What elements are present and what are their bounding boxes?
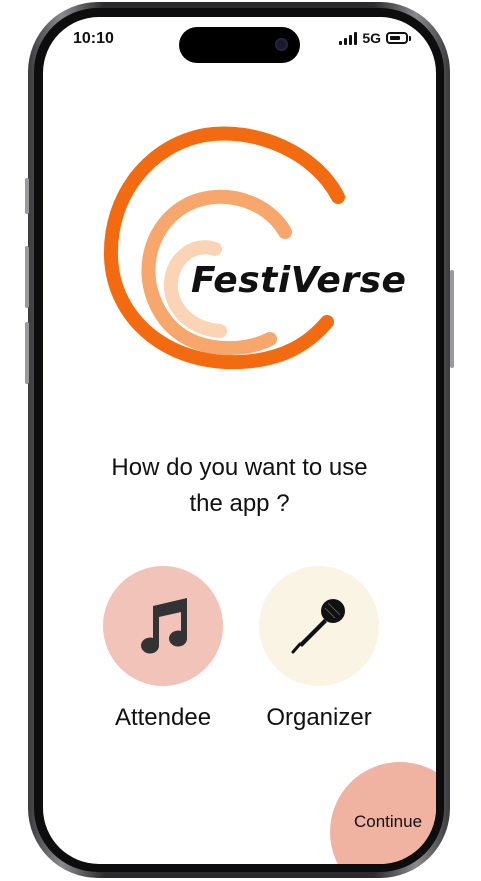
usage-question: How do you want to use the app ?: [43, 450, 436, 522]
festiverse-logo: [103, 126, 345, 370]
organizer-label: Organizer: [266, 704, 372, 731]
battery-icon: [386, 32, 411, 44]
battery-level: [390, 36, 400, 40]
dynamic-island: [179, 27, 300, 63]
attendee-label: Attendee: [114, 704, 212, 731]
network-type: 5G: [362, 30, 381, 46]
app-screen: 10:10 5G FestiVerse How do you want to u…: [43, 17, 436, 864]
volume-down-button: [25, 322, 29, 384]
volume-up-button: [25, 246, 29, 308]
continue-label: Continue: [354, 812, 423, 831]
status-indicators: 5G: [339, 30, 411, 46]
front-camera-icon: [275, 38, 288, 51]
attendee-option[interactable]: Attendee: [93, 566, 233, 732]
action-button: [25, 178, 29, 214]
microphone-icon: [291, 599, 345, 654]
organizer-option[interactable]: Organizer: [249, 566, 389, 732]
usage-question-line-1: How do you want to use: [111, 454, 368, 481]
usage-question-line-2: the app ?: [189, 490, 290, 517]
organizer-option-circle[interactable]: [259, 566, 379, 686]
status-time: 10:10: [73, 30, 114, 47]
cellular-signal-icon: [339, 31, 358, 45]
power-button: [450, 270, 454, 368]
attendee-option-circle[interactable]: [103, 566, 223, 686]
continue-button[interactable]: Continue: [330, 762, 436, 864]
brand-name: FestiVerse: [191, 260, 407, 301]
music-note-icon: [141, 598, 188, 654]
